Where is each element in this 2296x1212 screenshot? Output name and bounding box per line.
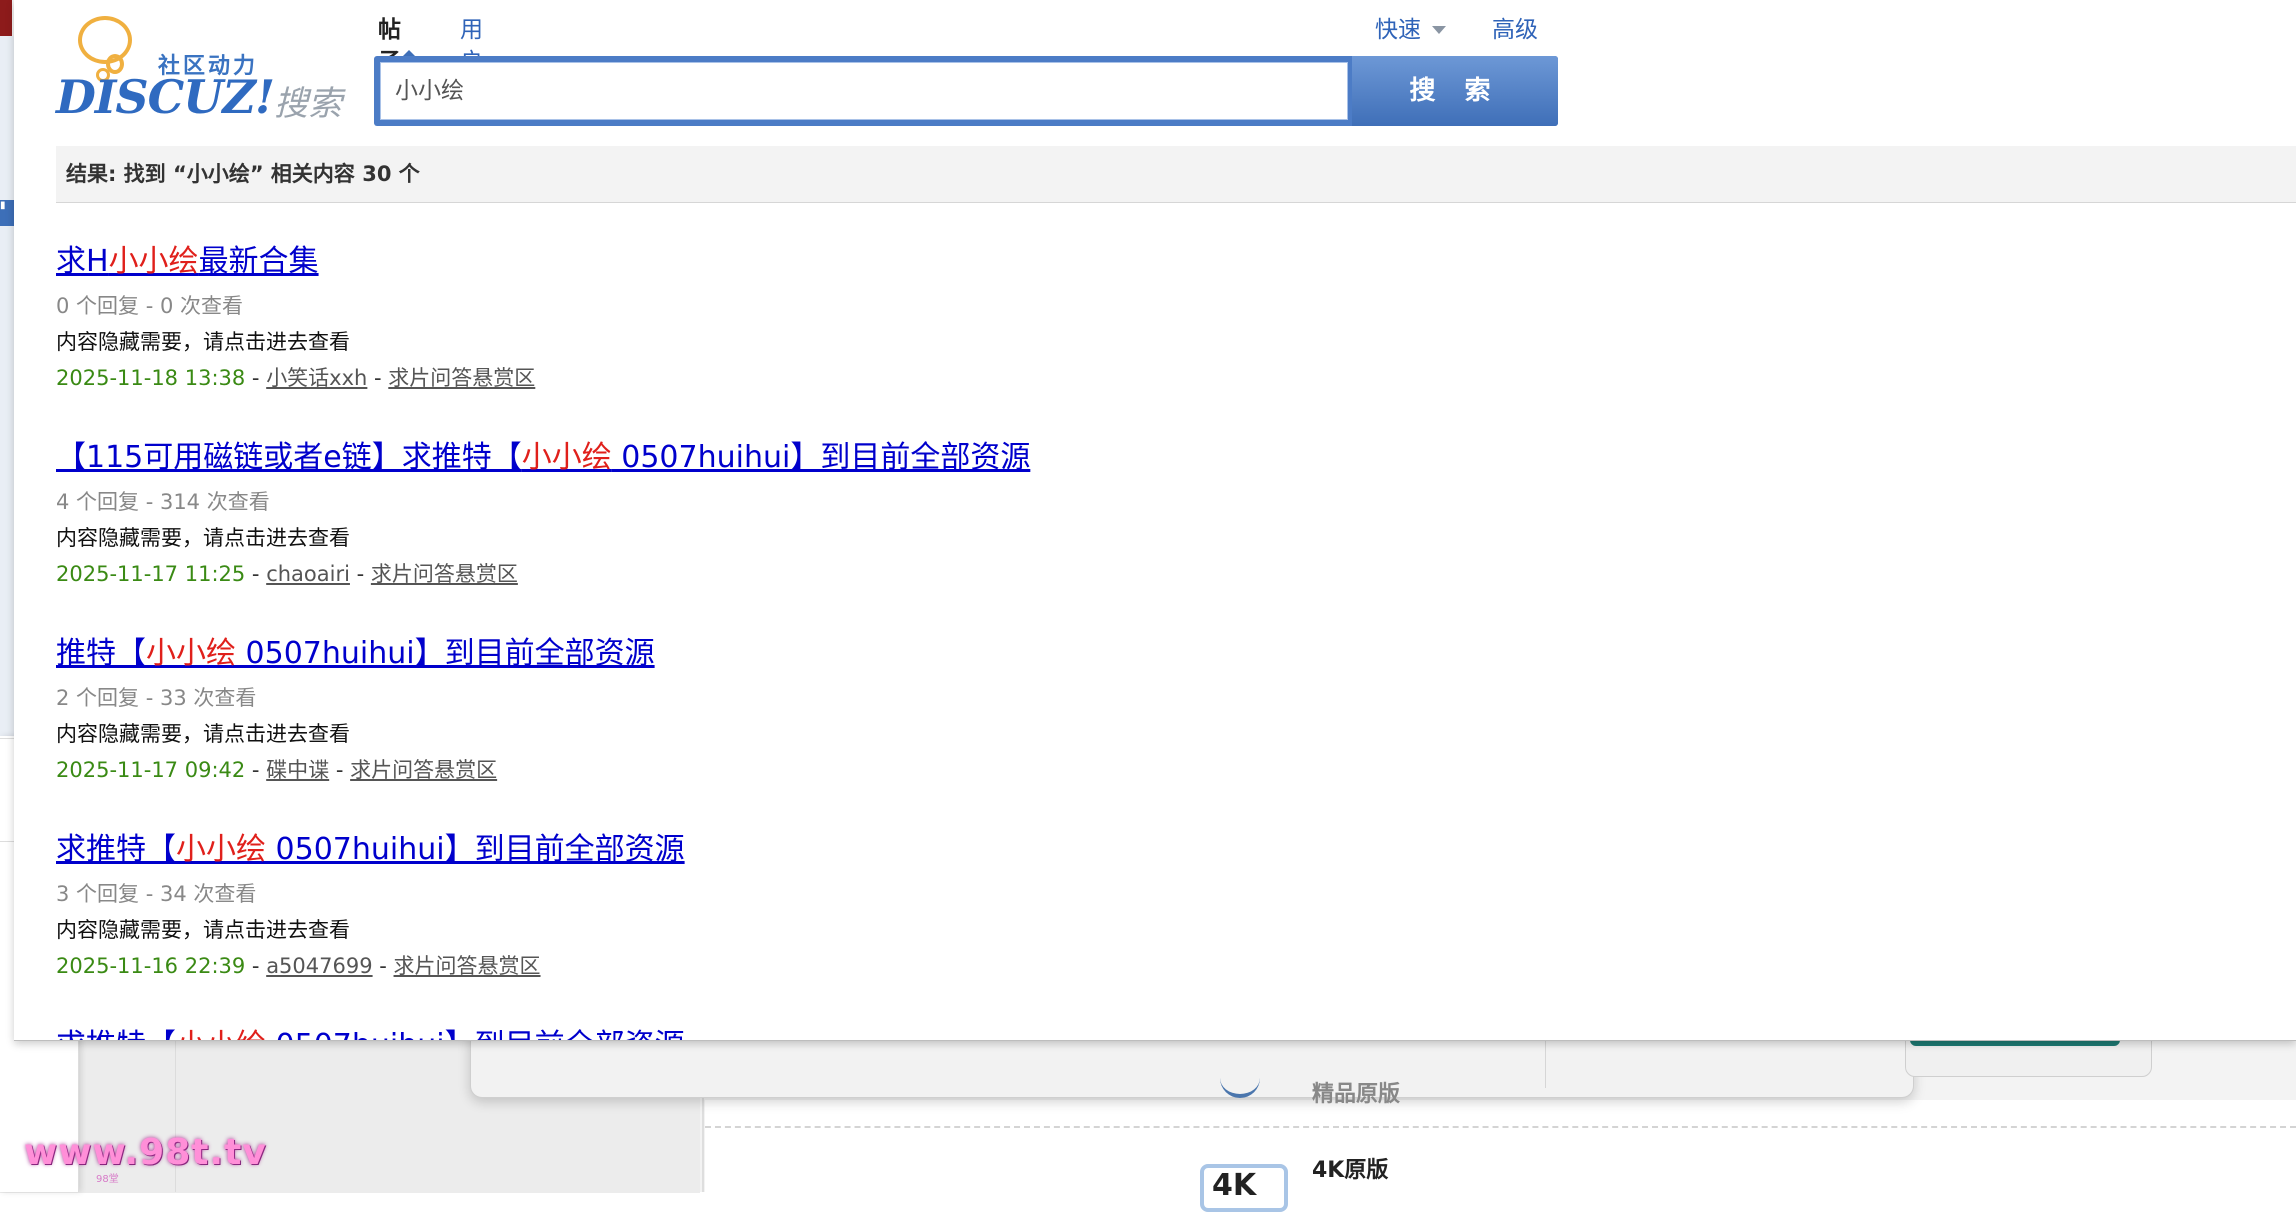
result-author-link[interactable]: chaoairi xyxy=(266,562,350,586)
result-snippet: 内容隐藏需要，请点击进去查看 xyxy=(56,330,350,354)
result-title-link[interactable]: 推特【小小绘 0507huihui】到目前全部资源 xyxy=(56,632,655,676)
result-meta: 2025-11-17 11:25 - chaoairi - 求片问答悬赏区 xyxy=(56,560,518,588)
separator: - xyxy=(329,758,351,782)
chart-icon: ▮ xyxy=(0,200,14,226)
result-meta: 2025-11-16 22:39 - a5047699 - 求片问答悬赏区 xyxy=(56,952,541,980)
title-highlight[interactable]: 小小绘 xyxy=(522,440,612,475)
site-watermark: www.98t.tv xyxy=(24,1132,267,1173)
title-prefix[interactable]: 求推特【 xyxy=(56,1028,176,1040)
result-stats: 2 个回复 - 33 次查看 xyxy=(56,686,257,710)
result-item: 求H小小绘最新合集 0 个回复 - 0 次查看 内容隐藏需要，请点击进去查看 2… xyxy=(56,240,2256,436)
title-highlight[interactable]: 小小绘 xyxy=(109,244,199,279)
title-prefix[interactable]: 推特【 xyxy=(56,636,146,671)
separator: - xyxy=(372,954,394,978)
result-date: 2025-11-18 13:38 xyxy=(56,366,246,390)
advanced-search-link[interactable]: 高级 xyxy=(1492,14,1538,46)
result-snippet: 内容隐藏需要，请点击进去查看 xyxy=(56,918,350,942)
title-suffix[interactable]: 0507huihui】到目前全部资源 xyxy=(612,440,1030,475)
result-summary: 结果: 找到 “小小绘” 相关内容 30 个 xyxy=(66,162,420,186)
title-prefix[interactable]: 【115可用磁链或者e链】求推特【 xyxy=(56,440,522,475)
chevron-down-icon[interactable] xyxy=(1432,26,1446,34)
result-item-clipped: 求推特【小小绘 0507huihui】到目前全部资源 xyxy=(56,1024,2256,1040)
title-suffix[interactable]: 0507huihui】到目前全部资源 xyxy=(236,636,655,671)
logo-search-word: 搜索 xyxy=(274,84,342,124)
result-date: 2025-11-16 22:39 xyxy=(56,954,246,978)
result-forum-link[interactable]: 求片问答悬赏区 xyxy=(350,758,497,782)
result-item: 求推特【小小绘 0507huihui】到目前全部资源 xyxy=(56,1024,2256,1040)
result-forum-link[interactable]: 求片问答悬赏区 xyxy=(394,954,541,978)
result-title-link[interactable]: 求推特【小小绘 0507huihui】到目前全部资源 xyxy=(56,1024,685,1040)
result-forum-link[interactable]: 求片问答悬赏区 xyxy=(371,562,518,586)
logo-brand: DISCUZ! xyxy=(56,70,275,124)
result-title-link[interactable]: 【115可用磁链或者e链】求推特【小小绘 0507huihui】到目前全部资源 xyxy=(56,436,1030,480)
separator: - xyxy=(245,562,267,586)
search-input[interactable]: 小小绘 xyxy=(380,62,1348,120)
result-snippet: 内容隐藏需要，请点击进去查看 xyxy=(56,526,350,550)
quick-search-dropdown[interactable]: 快速 xyxy=(1375,14,1421,46)
result-list: 求H小小绘最新合集 0 个回复 - 0 次查看 内容隐藏需要，请点击进去查看 2… xyxy=(56,240,2256,1040)
separator: - xyxy=(245,366,267,390)
title-suffix[interactable]: 最新合集 xyxy=(199,244,319,279)
dashed-divider xyxy=(705,1126,2296,1128)
category-label[interactable]: 精品原版 xyxy=(1312,1076,1400,1108)
search-bar: 小小绘 搜 索 xyxy=(374,56,1558,126)
search-button[interactable]: 搜 索 xyxy=(1352,56,1558,126)
title-suffix[interactable]: 0507huihui】到目前全部资源 xyxy=(266,832,685,867)
result-snippet: 内容隐藏需要，请点击进去查看 xyxy=(56,722,350,746)
result-date: 2025-11-17 11:25 xyxy=(56,562,246,586)
result-author-link[interactable]: 碟中谍 xyxy=(266,758,329,782)
result-stats: 4 个回复 - 314 次查看 xyxy=(56,490,270,514)
title-highlight[interactable]: 小小绘 xyxy=(176,1028,266,1040)
category-4k-label[interactable]: 4K原版 xyxy=(1312,1152,1388,1184)
result-item: 【115可用磁链或者e链】求推特【小小绘 0507huihui】到目前全部资源 … xyxy=(56,436,2256,632)
result-stats: 0 个回复 - 0 次查看 xyxy=(56,294,243,318)
discuz-logo[interactable]: 社区动力 DISCUZ! 搜索 xyxy=(56,14,356,124)
result-author-link[interactable]: a5047699 xyxy=(266,954,372,978)
result-title-link[interactable]: 求H小小绘最新合集 xyxy=(56,240,319,284)
separator: - xyxy=(367,366,389,390)
title-prefix[interactable]: 求推特【 xyxy=(56,832,176,867)
separator: - xyxy=(245,954,267,978)
search-popup: 社区动力 DISCUZ! 搜索 帖子 用户 快速 高级 小小绘 搜 索 结果: … xyxy=(14,0,2296,1041)
4k-badge-text: 4K xyxy=(1212,1168,1257,1203)
result-item: 推特【小小绘 0507huihui】到目前全部资源 2 个回复 - 33 次查看… xyxy=(56,632,2256,828)
site-watermark-sub: 98堂 xyxy=(96,1174,119,1185)
divider xyxy=(1545,1040,1546,1088)
separator: - xyxy=(349,562,371,586)
separator: - xyxy=(245,758,267,782)
speech-bubble-icon xyxy=(78,16,132,64)
result-item: 求推特【小小绘 0507huihui】到目前全部资源 3 个回复 - 34 次查… xyxy=(56,828,2256,1024)
result-stats: 3 个回复 - 34 次查看 xyxy=(56,882,257,906)
title-suffix[interactable]: 0507huihui】到目前全部资源 xyxy=(266,1028,685,1040)
title-highlight[interactable]: 小小绘 xyxy=(146,636,236,671)
app-corner-accent xyxy=(0,0,12,36)
result-author-link[interactable]: 小笑话xxh xyxy=(266,366,367,390)
result-title-link[interactable]: 求推特【小小绘 0507huihui】到目前全部资源 xyxy=(56,828,685,872)
result-date: 2025-11-17 09:42 xyxy=(56,758,246,782)
content-area xyxy=(705,1100,2296,1192)
result-meta: 2025-11-18 13:38 - 小笑话xxh - 求片问答悬赏区 xyxy=(56,364,535,392)
result-forum-link[interactable]: 求片问答悬赏区 xyxy=(388,366,535,390)
result-meta: 2025-11-17 09:42 - 碟中谍 - 求片问答悬赏区 xyxy=(56,756,497,784)
title-prefix[interactable]: 求H xyxy=(56,244,109,279)
result-summary-bar: 结果: 找到 “小小绘” 相关内容 30 个 xyxy=(56,146,2296,203)
title-highlight[interactable]: 小小绘 xyxy=(176,832,266,867)
left-edge-strip xyxy=(0,36,14,736)
